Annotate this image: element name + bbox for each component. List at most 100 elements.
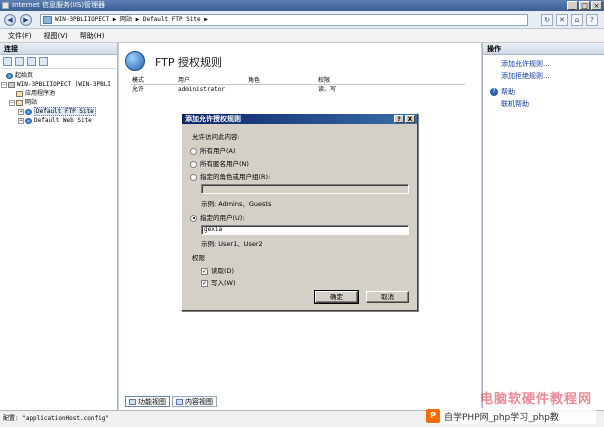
watermark: P 自学PHP网_php学习_php教: [426, 408, 596, 424]
tab-features-label: 功能视图: [138, 397, 166, 406]
start-page-icon: [6, 72, 13, 79]
radio-all-users-label: 所有用户(A): [200, 147, 236, 155]
help-link[interactable]: ? 帮助: [487, 86, 604, 98]
app-pool-icon: [16, 90, 23, 97]
tree-item-app-pools[interactable]: 应用程序池: [0, 89, 117, 98]
minimize-button[interactable]: _: [567, 1, 578, 10]
window-title: Internet 信息服务(IIS)管理器: [12, 1, 106, 9]
checkbox-checked: ✓: [201, 279, 208, 287]
radio-roles-groups[interactable]: 指定的角色或用户组(R):: [190, 171, 270, 181]
menu-view[interactable]: 视图(V): [44, 29, 68, 42]
online-help-link[interactable]: 联机帮助: [487, 98, 604, 110]
connection-icon[interactable]: [39, 57, 48, 66]
radio-indicator: [190, 160, 197, 168]
maximize-button[interactable]: □: [579, 1, 590, 10]
radio-all-users[interactable]: 所有用户(A): [190, 145, 236, 155]
expand-icon[interactable]: +: [18, 117, 24, 124]
connections-tree: 起始页 − WIN-3PBLIIOPECT (WIN-3PBLI 应用程序池 − 网…: [0, 69, 117, 125]
dialog-help-button[interactable]: ?: [394, 115, 404, 123]
tab-content-view[interactable]: 内容视图: [172, 396, 217, 407]
collapse-icon[interactable]: −: [1, 81, 7, 88]
add-deny-rule-link[interactable]: 添加拒绝规则...: [487, 70, 604, 82]
cell-user: administrator: [178, 86, 225, 93]
roles-input[interactable]: [201, 184, 409, 194]
tree-item-web-site[interactable]: + Default Web Site: [0, 116, 117, 125]
address-tools: ↻ ✕ ⌂ ?: [541, 14, 598, 26]
address-path-text: WIN-3PBLIIOPECT ▶ 网站 ▶ Default FTP Site …: [55, 16, 208, 23]
col-permission[interactable]: 权限: [318, 76, 388, 84]
radio-specified-users[interactable]: 指定的用户(U):: [190, 212, 245, 222]
tree-item-sites[interactable]: − 网站: [0, 98, 117, 107]
site-globe-icon: [25, 108, 32, 115]
connections-title: 连接: [0, 43, 117, 55]
content-view-icon: [176, 398, 183, 405]
menu-file[interactable]: 文件(F): [8, 29, 32, 42]
save-icon[interactable]: [15, 57, 24, 66]
server-icon: [8, 81, 15, 88]
view-tabs: 功能视图 内容视图: [125, 396, 217, 407]
features-view-icon: [129, 398, 136, 405]
checkbox-checked: ✓: [201, 267, 208, 275]
connect-icon[interactable]: [3, 57, 12, 66]
col-mode[interactable]: 模式: [131, 76, 178, 84]
status-text: 配置: "applicationHost.config": [3, 415, 109, 422]
iis-manager-window: Internet 信息服务(IIS)管理器 _ □ × ◀ ▶ WIN-3PBL…: [0, 0, 604, 427]
connections-pane: 连接 起始页 − WIN-3PBLIIOPECT (WIN-3PBLI 应用程序池…: [0, 43, 118, 410]
stop-icon[interactable]: ✕: [556, 14, 568, 26]
dialog-title: 添加允许授权规则: [185, 115, 241, 123]
rules-grid: 模式 用户 角色 权限 允许 administrator 读、写: [131, 76, 465, 94]
ftp-globe-icon: [125, 51, 145, 71]
ok-button[interactable]: 确定: [314, 290, 359, 304]
roles-example: 示例: Admins、Guests: [201, 198, 271, 208]
permissions-label: 权限: [192, 254, 205, 262]
actions-title: 操作: [483, 43, 604, 55]
forward-arrow-icon[interactable]: ▶: [20, 14, 32, 26]
address-bar: ◀ ▶ WIN-3PBLIIOPECT ▶ 网站 ▶ Default FTP S…: [0, 11, 604, 29]
server-icon: [43, 16, 52, 24]
add-allow-rule-link[interactable]: 添加允许规则...: [487, 58, 604, 70]
read-checkbox[interactable]: ✓ 读取(D): [201, 265, 234, 275]
actions-pane: 操作 添加允许规则... 添加拒绝规则... ? 帮助 联机帮助: [482, 43, 604, 410]
write-label: 写入(W): [211, 279, 236, 287]
watermark-red-text: 电脑软硬件教程网: [479, 392, 592, 407]
refresh-icon[interactable]: ↻: [541, 14, 553, 26]
back-arrow-icon[interactable]: ◀: [4, 14, 16, 26]
roles-example-text: 示例: Admins、Guests: [201, 200, 272, 208]
expand-icon[interactable]: +: [18, 108, 24, 115]
close-button[interactable]: ×: [591, 1, 602, 10]
radio-indicator-selected: [190, 214, 197, 222]
dialog-close-button[interactable]: X: [405, 115, 415, 123]
access-label: 允许访问此内容:: [192, 133, 240, 141]
page-title: FTP 授权规则: [155, 56, 222, 69]
col-role[interactable]: 角色: [248, 76, 318, 84]
col-user[interactable]: 用户: [178, 76, 248, 84]
users-example-text: 示例: User1、User2: [201, 240, 263, 248]
radio-users-label: 指定的用户(U):: [200, 214, 245, 222]
tree-item-server[interactable]: − WIN-3PBLIIOPECT (WIN-3PBLI: [0, 80, 117, 89]
help-icon[interactable]: ?: [586, 14, 598, 26]
dialog-controls: ? X: [394, 115, 415, 123]
users-example: 示例: User1、User2: [201, 238, 263, 248]
connections-toolbar: [0, 55, 117, 69]
home-icon[interactable]: ⌂: [571, 14, 583, 26]
tree-item-ftp-site[interactable]: + Default FTP Site: [0, 107, 117, 116]
tree-item-start[interactable]: 起始页: [0, 71, 117, 80]
radio-anonymous-users[interactable]: 所有匿名用户(N): [190, 158, 249, 168]
app-icon: [2, 2, 9, 9]
actions-list: 添加允许规则... 添加拒绝规则... ? 帮助 联机帮助: [483, 55, 604, 110]
radio-roles-label: 指定的角色或用户组(R):: [200, 173, 271, 181]
address-path[interactable]: WIN-3PBLIIOPECT ▶ 网站 ▶ Default FTP Site …: [40, 14, 528, 26]
help-icon: ?: [490, 88, 498, 96]
up-folder-icon[interactable]: [27, 57, 36, 66]
help-label: 帮助: [501, 88, 515, 96]
cancel-button[interactable]: 取消: [366, 291, 409, 303]
collapse-icon[interactable]: −: [9, 99, 15, 106]
write-checkbox[interactable]: ✓ 写入(W): [201, 277, 236, 287]
menu-help[interactable]: 帮助(H): [80, 29, 105, 42]
cell-permission: 读、写: [318, 86, 337, 93]
table-row[interactable]: 允许 administrator 读、写: [131, 85, 465, 94]
tab-features-view[interactable]: 功能视图: [125, 396, 170, 407]
users-input[interactable]: gexia: [201, 225, 409, 235]
window-controls: _ □ ×: [567, 1, 602, 10]
radio-anonymous-label: 所有匿名用户(N): [200, 160, 249, 168]
